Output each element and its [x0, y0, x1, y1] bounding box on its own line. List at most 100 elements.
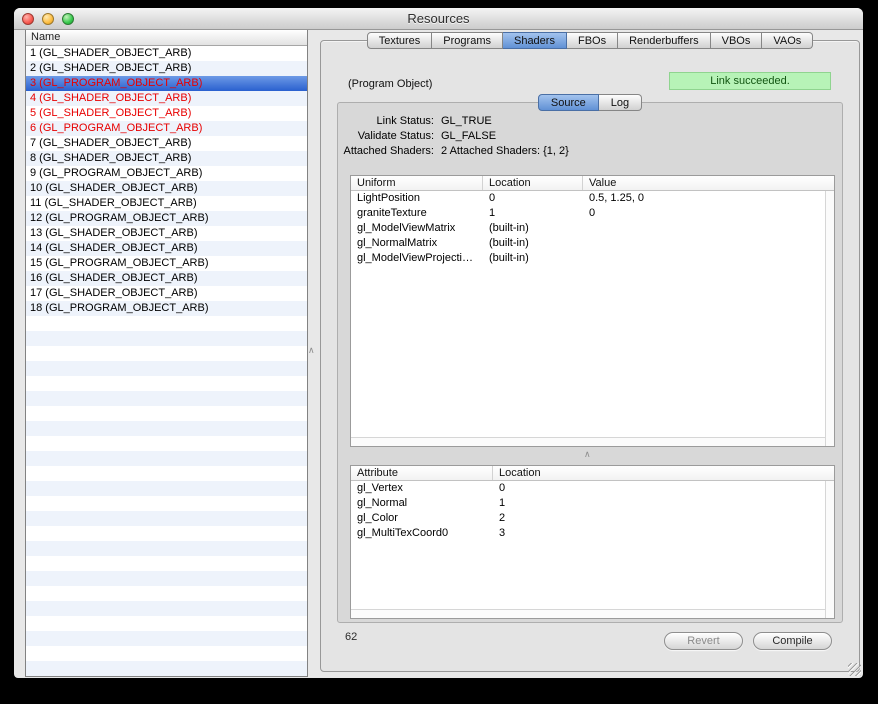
- table-row[interactable]: gl_Color2: [351, 511, 834, 526]
- zoom-button[interactable]: [62, 13, 74, 25]
- info-line: Link Status: GL_TRUE: [338, 114, 842, 129]
- list-item[interactable]: 9 (GL_PROGRAM_OBJECT_ARB): [26, 166, 307, 181]
- resource-count-label: 62: [345, 631, 357, 643]
- horizontal-scrollbar[interactable]: [351, 609, 825, 618]
- tab-shaders[interactable]: Shaders: [503, 32, 567, 49]
- table-cell: gl_ModelViewMatrix: [351, 221, 483, 236]
- list-item[interactable]: 3 (GL_PROGRAM_OBJECT_ARB): [26, 76, 307, 91]
- object-type-label: (Program Object): [348, 78, 432, 90]
- table-cell: 0: [483, 191, 583, 206]
- splitter-handle[interactable]: ∧: [308, 346, 315, 355]
- shader-detail-content: Link Status: GL_TRUEValidate Status:GL_FA…: [337, 102, 843, 623]
- info-label: Link Status:: [338, 114, 434, 129]
- list-item[interactable]: 2 (GL_SHADER_OBJECT_ARB): [26, 61, 307, 76]
- column-header[interactable]: Attribute: [351, 466, 493, 480]
- table-cell: 3: [493, 526, 834, 541]
- segment-source[interactable]: Source: [538, 94, 599, 111]
- table-row[interactable]: gl_ModelViewMatrix(built-in): [351, 221, 834, 236]
- close-button[interactable]: [22, 13, 34, 25]
- column-header[interactable]: Value: [583, 176, 834, 190]
- minimize-button[interactable]: [42, 13, 54, 25]
- list-item[interactable]: 1 (GL_SHADER_OBJECT_ARB): [26, 46, 307, 61]
- table-row[interactable]: gl_NormalMatrix(built-in): [351, 236, 834, 251]
- table-row[interactable]: gl_ModelViewProjecti…(built-in): [351, 251, 834, 266]
- resource-list-rows: 1 (GL_SHADER_OBJECT_ARB)2 (GL_SHADER_OBJ…: [26, 46, 307, 676]
- table-cell: [583, 251, 834, 266]
- tab-fbos[interactable]: FBOs: [567, 32, 618, 49]
- list-item[interactable]: 17 (GL_SHADER_OBJECT_ARB): [26, 286, 307, 301]
- info-line: Attached Shaders:2 Attached Shaders: {1,…: [338, 144, 842, 159]
- column-header[interactable]: Location: [483, 176, 583, 190]
- table-splitter-handle[interactable]: ∧: [584, 450, 591, 459]
- resize-grip[interactable]: [848, 663, 861, 676]
- resources-window: Resources Name 1 (GL_SHADER_OBJECT_ARB)2…: [14, 8, 863, 678]
- table-cell: 1: [483, 206, 583, 221]
- list-item[interactable]: 4 (GL_SHADER_OBJECT_ARB): [26, 91, 307, 106]
- info-line: Validate Status:GL_FALSE: [338, 129, 842, 144]
- list-item[interactable]: 8 (GL_SHADER_OBJECT_ARB): [26, 151, 307, 166]
- tab-programs[interactable]: Programs: [432, 32, 503, 49]
- table-row[interactable]: gl_MultiTexCoord03: [351, 526, 834, 541]
- table-cell: gl_NormalMatrix: [351, 236, 483, 251]
- list-item[interactable]: 15 (GL_PROGRAM_OBJECT_ARB): [26, 256, 307, 271]
- table-cell: (built-in): [483, 236, 583, 251]
- tab-vaos[interactable]: VAOs: [762, 32, 813, 49]
- list-item[interactable]: 18 (GL_PROGRAM_OBJECT_ARB): [26, 301, 307, 316]
- list-item[interactable]: 10 (GL_SHADER_OBJECT_ARB): [26, 181, 307, 196]
- table-row[interactable]: gl_Vertex0: [351, 481, 834, 496]
- vertical-scrollbar[interactable]: [825, 191, 834, 446]
- segment-log[interactable]: Log: [599, 94, 642, 111]
- column-header[interactable]: Uniform: [351, 176, 483, 190]
- tab-textures[interactable]: Textures: [367, 32, 433, 49]
- table-cell: [583, 221, 834, 236]
- table-row[interactable]: graniteTexture10: [351, 206, 834, 221]
- info-value: GL_TRUE: [441, 114, 492, 129]
- table-cell: gl_Vertex: [351, 481, 493, 496]
- table-cell: 0: [583, 206, 834, 221]
- status-badge: Link succeeded.: [669, 72, 831, 90]
- tab-renderbuffers[interactable]: Renderbuffers: [618, 32, 711, 49]
- vertical-scrollbar[interactable]: [825, 481, 834, 618]
- revert-button[interactable]: Revert: [664, 632, 743, 650]
- table-cell: (built-in): [483, 221, 583, 236]
- table-cell: gl_Normal: [351, 496, 493, 511]
- list-item[interactable]: 13 (GL_SHADER_OBJECT_ARB): [26, 226, 307, 241]
- info-value: GL_FALSE: [441, 129, 496, 144]
- detail-panel: (Program Object) Link succeeded. SourceL…: [320, 40, 860, 672]
- column-header[interactable]: Location: [493, 466, 834, 480]
- list-item[interactable]: 12 (GL_PROGRAM_OBJECT_ARB): [26, 211, 307, 226]
- table-cell: gl_Color: [351, 511, 493, 526]
- source-log-switch: SourceLog: [321, 94, 859, 111]
- list-item[interactable]: 5 (GL_SHADER_OBJECT_ARB): [26, 106, 307, 121]
- list-item[interactable]: 16 (GL_SHADER_OBJECT_ARB): [26, 271, 307, 286]
- table-cell: graniteTexture: [351, 206, 483, 221]
- table-cell: 0.5, 1.25, 0: [583, 191, 834, 206]
- compile-button[interactable]: Compile: [753, 632, 832, 650]
- resource-list: Name 1 (GL_SHADER_OBJECT_ARB)2 (GL_SHADE…: [25, 30, 308, 677]
- attribute-table-body: gl_Vertex0gl_Normal1gl_Color2gl_MultiTex…: [351, 481, 834, 541]
- table-cell: gl_ModelViewProjecti…: [351, 251, 483, 266]
- horizontal-scrollbar[interactable]: [351, 437, 825, 446]
- attribute-table-header: AttributeLocation: [351, 466, 834, 481]
- title-bar[interactable]: Resources: [14, 8, 863, 30]
- tab-vbos[interactable]: VBOs: [711, 32, 763, 49]
- uniform-table-header: UniformLocationValue: [351, 176, 834, 191]
- table-cell: 2: [493, 511, 834, 526]
- list-item[interactable]: 6 (GL_PROGRAM_OBJECT_ARB): [26, 121, 307, 136]
- table-cell: 0: [493, 481, 834, 496]
- table-row[interactable]: LightPosition00.5, 1.25, 0: [351, 191, 834, 206]
- table-cell: [583, 236, 834, 251]
- table-cell: 1: [493, 496, 834, 511]
- info-value: 2 Attached Shaders: {1, 2}: [441, 144, 569, 159]
- list-item[interactable]: 11 (GL_SHADER_OBJECT_ARB): [26, 196, 307, 211]
- uniform-table-body: LightPosition00.5, 1.25, 0graniteTexture…: [351, 191, 834, 266]
- window-title: Resources: [14, 8, 863, 30]
- list-item[interactable]: 7 (GL_SHADER_OBJECT_ARB): [26, 136, 307, 151]
- table-cell: gl_MultiTexCoord0: [351, 526, 493, 541]
- table-cell: LightPosition: [351, 191, 483, 206]
- column-header-name[interactable]: Name: [26, 30, 307, 46]
- desktop-background: Resources Name 1 (GL_SHADER_OBJECT_ARB)2…: [0, 0, 878, 704]
- list-item[interactable]: 14 (GL_SHADER_OBJECT_ARB): [26, 241, 307, 256]
- link-info: Link Status: GL_TRUEValidate Status:GL_FA…: [338, 114, 842, 159]
- table-row[interactable]: gl_Normal1: [351, 496, 834, 511]
